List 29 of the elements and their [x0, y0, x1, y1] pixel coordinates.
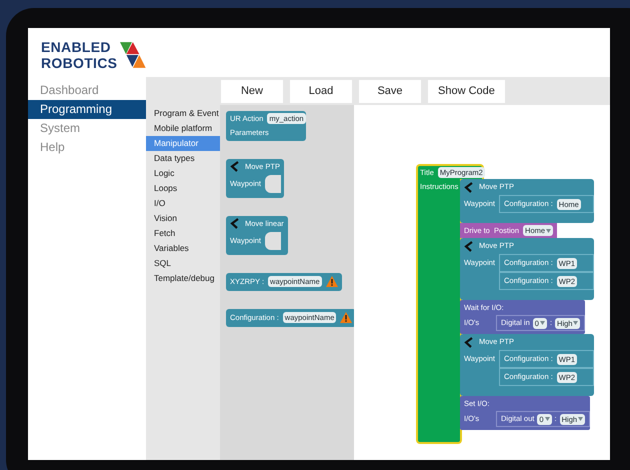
toolbar-button[interactable]: New — [221, 80, 283, 103]
caret-icon — [573, 321, 578, 325]
category-item[interactable]: Fetch — [146, 226, 220, 241]
category-item[interactable]: Data types — [146, 151, 220, 166]
triangles-icon — [120, 40, 146, 70]
nav-item[interactable]: Help — [28, 138, 146, 157]
caret-icon — [544, 417, 550, 421]
category-item[interactable]: Vision — [146, 211, 220, 226]
nav-item[interactable]: System — [28, 119, 146, 138]
category-item[interactable]: Loops — [146, 181, 220, 196]
category-item[interactable]: Mobile platform — [146, 121, 220, 136]
caret-icon — [540, 321, 545, 325]
category-item[interactable]: Variables — [146, 241, 220, 256]
category-item[interactable]: Template/debug — [146, 271, 220, 286]
empty-input-slot — [265, 174, 281, 192]
nav-item[interactable]: Dashboard — [28, 81, 146, 100]
category-item[interactable]: I/O — [146, 196, 220, 211]
caret-icon — [546, 228, 552, 232]
toolbar-button[interactable]: Load — [290, 80, 352, 103]
logo-text: ENABLED — [41, 38, 112, 54]
logo-text: ROBOTICS — [41, 54, 118, 70]
caret-icon — [578, 417, 584, 421]
category-item[interactable]: SQL — [146, 256, 220, 271]
category-item[interactable]: Logic — [146, 166, 220, 181]
toolbar-button[interactable]: Save — [359, 80, 421, 103]
category-item[interactable]: Program & Event — [146, 106, 220, 121]
toolbar-button[interactable]: Show Code — [428, 80, 505, 103]
nav-item[interactable]: Programming — [28, 100, 146, 119]
empty-input-slot — [265, 232, 281, 250]
